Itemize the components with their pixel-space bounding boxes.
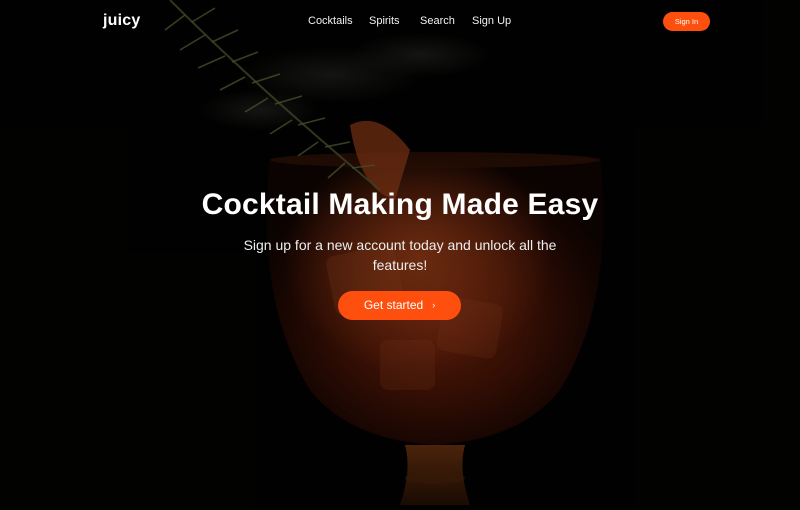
get-started-label: Get started <box>363 298 424 312</box>
nav-link-search[interactable]: Search <box>420 15 455 27</box>
hero-subtitle: Sign up for a new account today and unlo… <box>243 237 557 273</box>
nav-link-spirits[interactable]: Spirits <box>369 15 400 27</box>
sign-in-button[interactable]: Sign In <box>663 12 710 31</box>
get-started-button[interactable]: Get started › <box>338 291 461 320</box>
nav-link-sign-up[interactable]: Sign Up <box>472 15 511 27</box>
hero-title: Cocktail Making Made Easy <box>201 188 599 221</box>
chevron-right-icon: › <box>432 300 436 310</box>
top-navbar: juicy Cocktails Spirits Search Sign Up S… <box>0 0 800 44</box>
nav-link-cocktails[interactable]: Cocktails <box>308 15 353 27</box>
hero-content: Cocktail Making Made Easy Sign up for a … <box>0 188 800 275</box>
